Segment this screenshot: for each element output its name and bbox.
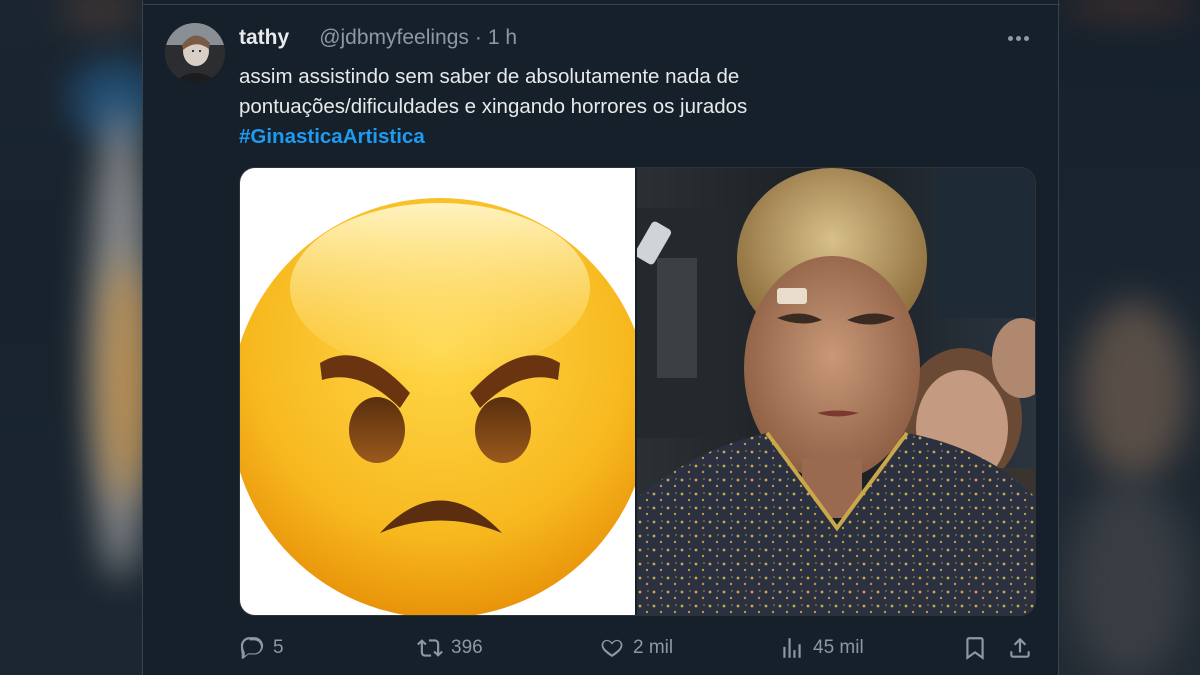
like-button[interactable]: 2 mil [599,635,673,661]
hashtag-link[interactable]: #GinasticaArtistica [239,125,425,148]
share-icon [1010,637,1030,658]
retweet-icon [417,639,443,657]
more-icon[interactable] [1004,26,1032,50]
angry-emoji-image[interactable] [240,168,635,615]
left-backdrop [0,0,142,675]
bookmark-icon [966,637,984,660]
media-grid [239,167,1036,616]
reply-button[interactable]: 5 [239,635,284,661]
author-name[interactable]: tathy [239,26,289,50]
top-divider [143,4,1060,5]
tweet-text-line: assim assistindo sem saber de absolutame… [239,65,740,88]
retweet-count: 396 [451,637,483,658]
reply-count: 5 [273,637,284,658]
tweet-card[interactable]: tathy @jdbmyfeelings · 1 h assim assisti… [142,0,1060,675]
tweet-text-line: pontuações/dificuldades e xingando horro… [239,95,748,118]
reply-icon [240,637,264,659]
author-handle[interactable]: @jdbmyfeelings [319,26,469,50]
bookmark-button[interactable] [962,635,988,661]
avatar[interactable] [165,23,225,83]
views-icon [783,638,801,658]
tweet-header: tathy @jdbmyfeelings · 1 h [239,26,517,50]
tweet-actions: 5 396 2 mil 45 mil [239,635,1039,669]
retweet-button[interactable]: 396 [417,635,483,661]
like-icon [601,639,623,657]
tweet-text: assim assistindo sem saber de absolutame… [239,62,1019,152]
timestamp[interactable]: 1 h [488,26,517,50]
separator: · [474,26,482,49]
share-button[interactable] [1007,635,1033,661]
gymnast-photo[interactable] [637,168,1035,615]
views-button[interactable]: 45 mil [779,635,864,661]
views-count: 45 mil [813,637,864,658]
like-count: 2 mil [633,637,674,658]
right-backdrop [1059,0,1200,675]
